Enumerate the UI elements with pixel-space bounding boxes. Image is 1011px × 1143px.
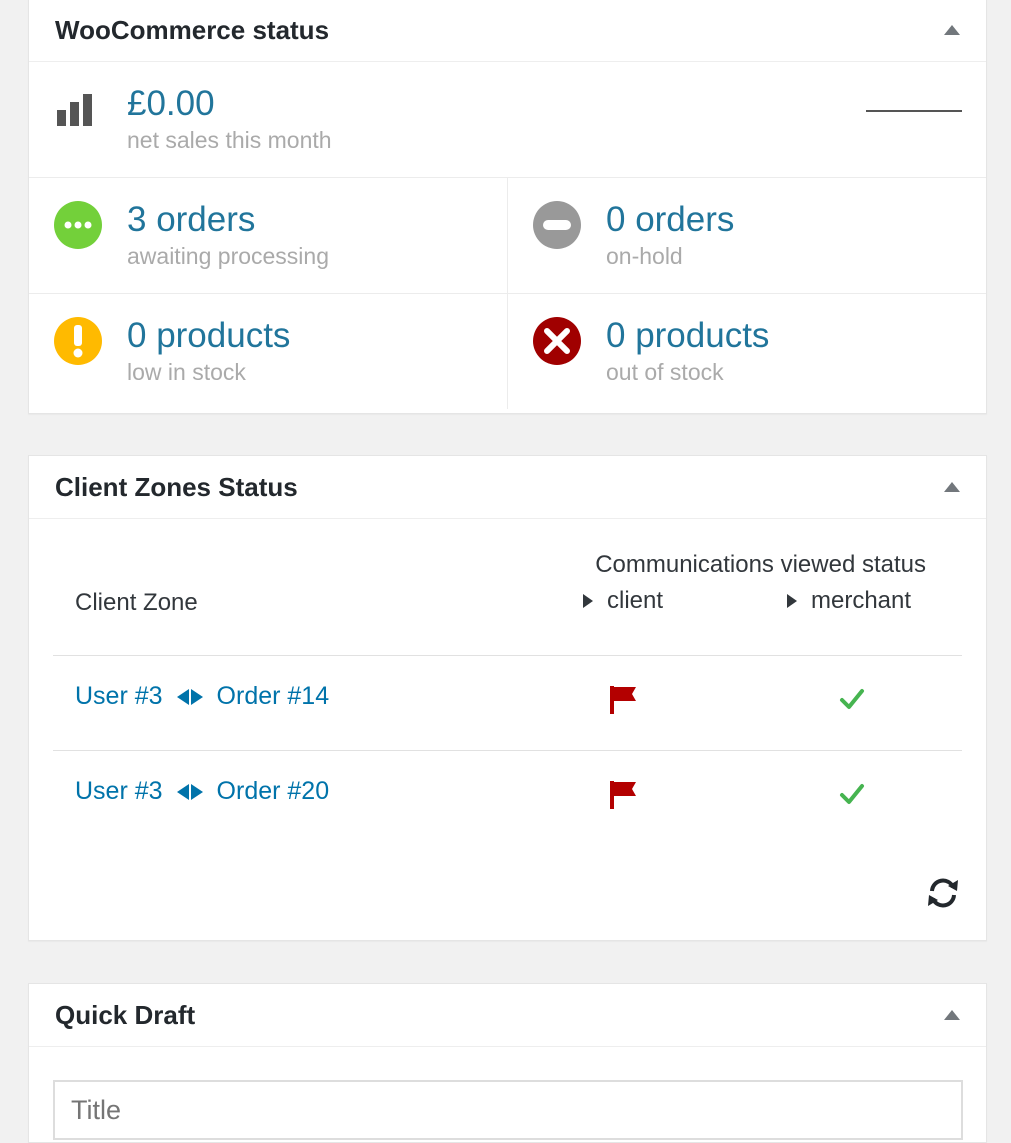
table-row: User #3 Order #14 (53, 656, 962, 751)
zone-user: User #3 (75, 777, 163, 805)
check-icon (840, 784, 864, 804)
triangle-right-icon (787, 594, 797, 608)
onhold-orders-cell[interactable]: 0 orders on-hold (507, 178, 986, 293)
processing-orders-value[interactable]: 3 orders (127, 200, 329, 240)
quick-draft-widget: Quick Draft (28, 983, 987, 1143)
widget-title: WooCommerce status (55, 14, 330, 45)
collapse-toggle-icon[interactable] (944, 25, 960, 35)
widget-header: Quick Draft (29, 984, 986, 1047)
stock-row: 0 products low in stock 0 products out o… (29, 294, 986, 409)
error-x-icon (533, 317, 581, 365)
bar-chart-icon (57, 94, 92, 126)
flag-icon (610, 781, 636, 809)
col-header-communications: Communications viewed status (595, 551, 926, 578)
check-icon (840, 689, 864, 709)
widget-header: Client Zones Status (29, 456, 986, 519)
col-header-merchant-label: merchant (811, 587, 912, 614)
processing-orders-label: awaiting processing (127, 243, 330, 269)
zone-order: Order #20 (216, 777, 330, 805)
bidirectional-arrow-icon (176, 688, 203, 705)
minus-circle-icon (533, 201, 581, 249)
widget-title: Quick Draft (55, 999, 196, 1030)
table-row: User #3 Order #20 (53, 751, 962, 845)
net-sales-label: net sales this month (127, 127, 332, 153)
collapse-toggle-icon[interactable] (944, 482, 960, 492)
zone-link[interactable]: User #3 Order #20 (75, 777, 329, 806)
processing-dots-icon (54, 201, 102, 249)
sales-sparkline (866, 110, 962, 112)
net-sales-value[interactable]: £0.00 (127, 84, 332, 124)
warning-icon (54, 317, 102, 365)
out-of-stock-cell[interactable]: 0 products out of stock (507, 294, 986, 409)
net-sales-row[interactable]: £0.00 net sales this month (29, 62, 986, 178)
triangle-right-icon (583, 594, 593, 608)
widget-header: WooCommerce status (29, 0, 986, 62)
widget-title: Client Zones Status (55, 471, 298, 502)
low-stock-label: low in stock (127, 359, 246, 385)
processing-orders-cell[interactable]: 3 orders awaiting processing (29, 178, 507, 293)
net-sales-cell[interactable]: £0.00 net sales this month (29, 62, 986, 177)
out-of-stock-value[interactable]: 0 products (606, 316, 769, 356)
col-header-merchant: merchant (787, 587, 911, 615)
onhold-orders-value[interactable]: 0 orders (606, 200, 734, 240)
collapse-toggle-icon[interactable] (944, 1010, 960, 1020)
col-header-client-label: client (607, 587, 664, 614)
draft-title-input[interactable] (53, 1080, 963, 1140)
refresh-icon[interactable] (924, 876, 962, 910)
orders-row: 3 orders awaiting processing 0 orders on… (29, 178, 986, 294)
woocommerce-status-widget: WooCommerce status £0.00 net sales this … (28, 0, 987, 414)
zone-user: User #3 (75, 682, 163, 710)
low-stock-cell[interactable]: 0 products low in stock (29, 294, 507, 409)
onhold-orders-label: on-hold (606, 243, 683, 269)
out-of-stock-label: out of stock (606, 359, 724, 385)
bidirectional-arrow-icon (176, 783, 203, 800)
col-header-client-zone: Client Zone (75, 589, 198, 616)
col-header-client: client (583, 587, 663, 615)
zones-table: Client Zone Communications viewed status… (29, 519, 986, 845)
low-stock-value[interactable]: 0 products (127, 316, 290, 356)
zone-link[interactable]: User #3 Order #14 (75, 682, 329, 711)
flag-icon (610, 686, 636, 714)
table-header: Client Zone Communications viewed status… (53, 519, 962, 656)
zone-order: Order #14 (216, 682, 330, 710)
client-zones-widget: Client Zones Status Client Zone Communic… (28, 455, 987, 941)
